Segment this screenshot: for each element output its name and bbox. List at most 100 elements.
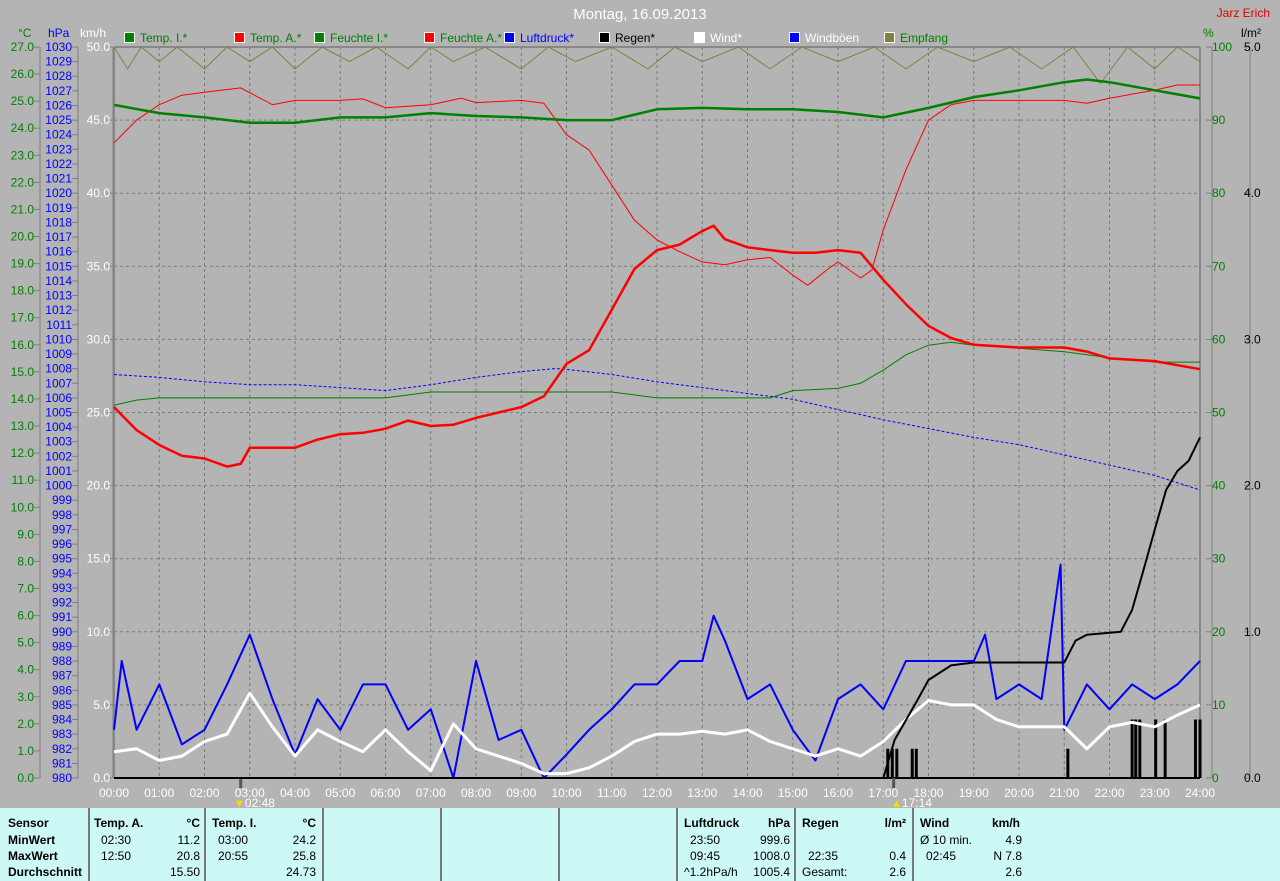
legend-label: Feuchte A.* (440, 31, 503, 45)
humidity-tick-label: 100 (1212, 40, 1232, 54)
pressure-tick-label: 993 (52, 581, 72, 595)
x-tick-label: 16:00 (823, 786, 853, 800)
wind-tick-label: 25.0 (87, 406, 111, 420)
legend-label: Windböen (805, 31, 860, 45)
temp-i-unit: °C (302, 816, 316, 830)
wind-column: Wind km/h Ø 10 min. 4.9 02:45 N 7.8 2.6 (914, 808, 1280, 881)
wind-tick-label: 30.0 (87, 332, 111, 346)
temp-tick-label: 14.0 (11, 392, 35, 406)
pressure-tick-label: 980 (52, 771, 72, 785)
temp-a-avg: 15.50 (169, 865, 200, 879)
legend-item: Feuchte I.* (314, 31, 388, 45)
pressure-tick-label: 1012 (45, 303, 72, 317)
wind-day-avg: 2.6 (1005, 865, 1022, 879)
pressure-column: Luftdruck hPa 23:50 999.6 09:45 1008.0 ^… (678, 808, 796, 881)
min-label: MinWert (8, 833, 56, 847)
temp-tick-label: 2.0 (17, 717, 34, 731)
pressure-tick-label: 1007 (45, 376, 72, 390)
wind-max: N 7.8 (993, 849, 1022, 863)
sensor-header: Sensor (8, 816, 49, 830)
pressure-tick-label: 1022 (45, 157, 72, 171)
wind-max-time: 02:45 (926, 849, 957, 863)
pressure-tick-label: 997 (52, 522, 72, 536)
humidity-tick-label: 0 (1212, 771, 1219, 785)
humidity-tick-label: 40 (1212, 479, 1226, 493)
pressure-tick-label: 1030 (45, 40, 72, 54)
humidity-tick-label: 60 (1212, 332, 1226, 346)
pressure-header: Luftdruck (684, 816, 740, 830)
x-tick-label: 05:00 (325, 786, 355, 800)
x-tick-label: 15:00 (778, 786, 808, 800)
humidity-unit: % (1203, 26, 1214, 40)
pressure-tick-label: 982 (52, 742, 72, 756)
pressure-tick-label: 996 (52, 537, 72, 551)
x-tick-label: 00:00 (99, 786, 129, 800)
legend-item: Temp. I.* (124, 31, 187, 45)
pressure-tick-label: 1023 (45, 142, 72, 156)
pressure-tick-label: 991 (52, 610, 72, 624)
temp-tick-label: 1.0 (17, 744, 34, 758)
temp-tick-label: 26.0 (11, 67, 35, 81)
pressure-tick-label: 984 (52, 713, 72, 727)
rain-unit-label: l/m² (884, 816, 906, 830)
legend-swatch (424, 32, 435, 43)
x-tick-label: 13:00 (687, 786, 717, 800)
temp-tick-label: 0.0 (17, 771, 34, 785)
empty-column (324, 808, 442, 881)
wind-header: Wind (920, 816, 950, 830)
x-tick-label: 11:00 (597, 786, 626, 800)
pressure-max: 1008.0 (753, 849, 790, 863)
temp-tick-label: 23.0 (11, 148, 35, 162)
legend-item: Temp. A.* (234, 31, 301, 45)
wind-avg-label: Ø 10 min. (920, 833, 973, 847)
axes: 0.0 1.0 2.0 3.0 4.0 5.0 6.0 7.0 8.0 9.0 10.0 11.0 12… (11, 40, 1261, 800)
pressure-tick-label: 1009 (45, 347, 72, 361)
legend-label: Empfang (900, 31, 949, 45)
temp-i-min: 24.2 (292, 833, 316, 847)
temp-a-min: 11.2 (177, 833, 200, 847)
x-tick-label: 22:00 (1094, 786, 1124, 800)
avg-label: Durchschnitt (8, 865, 83, 879)
pressure-tick-label: 1005 (45, 406, 72, 420)
rain-tick-label: 1.0 (1244, 625, 1261, 639)
humidity-tick-label: 10 (1212, 698, 1226, 712)
temp-tick-label: 6.0 (17, 609, 34, 623)
pressure-unit-label: hPa (767, 816, 790, 830)
legend-swatch (789, 32, 800, 43)
pressure-tick-label: 1016 (45, 245, 72, 259)
temp-tick-label: 21.0 (11, 202, 35, 216)
pressure-min-time: 23:50 (690, 833, 721, 847)
series-temp-a (113, 224, 1201, 468)
pressure-tick-label: 1025 (45, 113, 72, 127)
author-label: Jarz Erich (1216, 6, 1270, 20)
temp-tick-label: 15.0 (11, 365, 35, 379)
pressure-tick-label: 1021 (45, 172, 72, 186)
x-tick-label: 06:00 (370, 786, 400, 800)
x-tick-label: 12:00 (642, 786, 672, 800)
x-tick-label: 08:00 (461, 786, 491, 800)
wind-tick-label: 40.0 (87, 186, 111, 200)
pressure-tick-label: 1027 (45, 84, 72, 98)
legend-label: Luftdruck* (520, 31, 575, 45)
temp-i-max-time: 20:55 (218, 849, 249, 863)
rain-total: 2.6 (889, 865, 906, 879)
temp-tick-label: 27.0 (11, 40, 35, 54)
pressure-tick-label: 1011 (46, 318, 72, 332)
wind-unit-label: km/h (992, 816, 1021, 830)
pressure-tick-label: 994 (52, 566, 72, 580)
temp-a-max: 20.8 (176, 849, 200, 863)
x-tick-label: 02:00 (189, 786, 219, 800)
x-tick-label: 04:00 (280, 786, 310, 800)
temp-tick-label: 18.0 (11, 284, 35, 298)
legend-item: Regen* (599, 31, 655, 45)
x-tick-label: 10:00 (551, 786, 581, 800)
legend-item: Luftdruck* (504, 31, 574, 45)
weather-chart: 0.0 1.0 2.0 3.0 4.0 5.0 6.0 7.0 8.0 9.0 10.0 11.0 12… (11, 40, 1261, 800)
temp-a-header: Temp. A. (94, 816, 144, 830)
pressure-tick-label: 1008 (45, 362, 72, 376)
pressure-tick-label: 986 (52, 683, 72, 697)
pressure-tick-label: 1015 (45, 259, 72, 273)
temp-tick-label: 19.0 (11, 257, 35, 271)
wind-tick-label: 45.0 (87, 113, 111, 127)
pressure-trend: ^1.2hPa/h (684, 865, 738, 879)
